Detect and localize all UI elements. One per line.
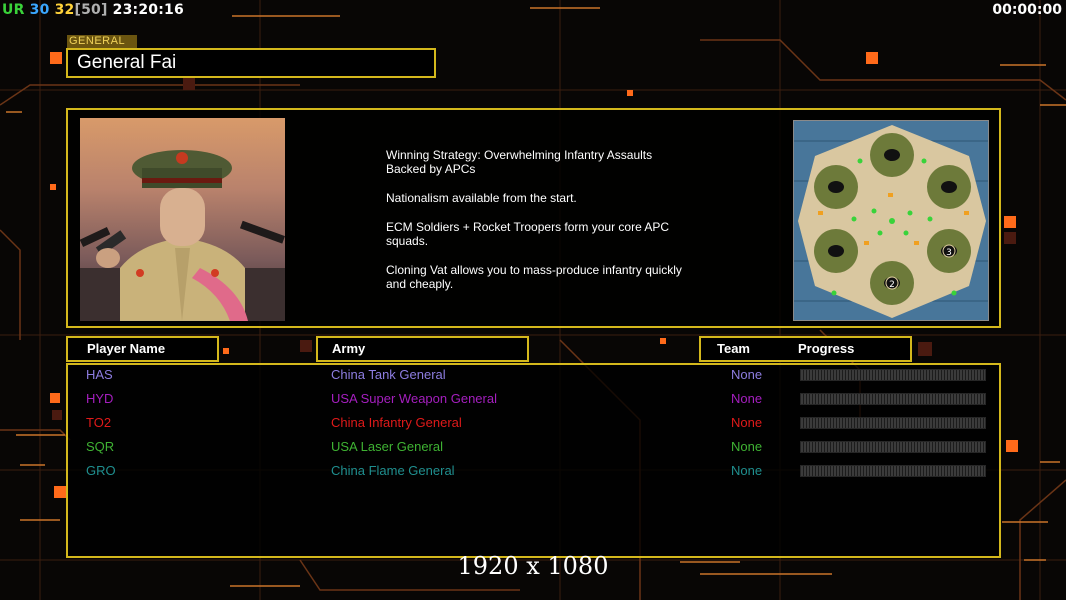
header-player-name: Player Name <box>66 336 219 362</box>
player-team: None <box>731 415 763 430</box>
strategy-line: ECM Soldiers + Rocket Troopers form your… <box>386 220 670 248</box>
loading-progress-bar <box>800 369 986 381</box>
map-preview: 3 2 <box>793 120 989 321</box>
general-portrait <box>80 118 285 321</box>
start-position-2: 2 <box>889 280 895 290</box>
loading-progress-bar <box>800 465 986 477</box>
start-position-3: 3 <box>946 248 952 258</box>
game-timer: 00:00:00 <box>992 2 1062 18</box>
player-team: None <box>731 391 763 406</box>
player-team: None <box>731 439 763 454</box>
player-name: HYD <box>86 391 114 406</box>
player-row: TO2 China Infantry General None <box>68 414 999 436</box>
player-list: HAS China Tank General None HYD USA Supe… <box>66 363 1001 558</box>
general-info-panel: Winning Strategy: Overwhelming Infantry … <box>66 108 1001 328</box>
player-name: HAS <box>86 367 113 382</box>
ur-value: 30 <box>29 2 50 18</box>
player-army: China Infantry General <box>331 415 462 430</box>
player-army: USA Super Weapon General <box>331 391 497 406</box>
player-army: China Tank General <box>331 367 446 382</box>
header-team: Team <box>717 341 750 356</box>
header-team-progress: Team Progress <box>699 336 912 362</box>
ur-label: UR <box>2 2 25 18</box>
loading-progress-bar <box>800 417 986 429</box>
player-army: USA Laser General <box>331 439 444 454</box>
header-army: Army <box>316 336 529 362</box>
player-name: GRO <box>86 463 116 478</box>
resolution-label: 1920 x 1080 <box>457 552 609 580</box>
fps-cap: [50] <box>74 2 108 18</box>
loading-progress-bar <box>800 393 986 405</box>
player-team: None <box>731 463 763 478</box>
strategy-line: Cloning Vat allows you to mass-produce i… <box>386 263 682 291</box>
player-name: SQR <box>86 439 115 454</box>
player-name: TO2 <box>86 415 112 430</box>
fps-value: 32 <box>54 2 75 18</box>
hud-stats: UR 30 32[50] 23:20:16 <box>2 2 184 18</box>
player-army: China Flame General <box>331 463 455 478</box>
player-row: SQR USA Laser General None <box>68 438 999 460</box>
general-tag: GENERAL <box>67 35 137 48</box>
player-row: HAS China Tank General None <box>68 366 999 388</box>
player-row: GRO China Flame General None <box>68 462 999 484</box>
strategy-line: Nationalism available from the start. <box>386 191 577 205</box>
strategy-line: Winning Strategy: Overwhelming Infantry … <box>386 148 653 176</box>
loading-progress-bar <box>800 441 986 453</box>
player-team: None <box>731 367 763 382</box>
clock-time: 23:20:16 <box>112 2 184 18</box>
strategy-text: Winning Strategy: Overwhelming Infantry … <box>386 148 746 306</box>
general-name: General Fai <box>66 48 436 78</box>
player-row: HYD USA Super Weapon General None <box>68 390 999 412</box>
header-progress: Progress <box>798 341 855 356</box>
